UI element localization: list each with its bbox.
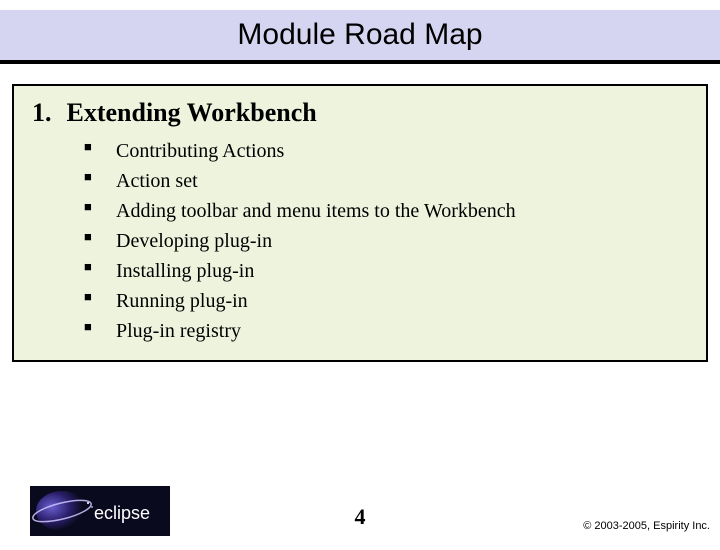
- bullet-list: Contributing Actions Action set Adding t…: [32, 136, 688, 346]
- list-item: Developing plug-in: [84, 226, 688, 256]
- section-number: 1.: [32, 98, 60, 128]
- slide-title: Module Road Map: [237, 18, 482, 52]
- section-title: Extending Workbench: [67, 98, 317, 127]
- content-box: 1. Extending Workbench Contributing Acti…: [12, 84, 708, 362]
- list-item: Plug-in registry: [84, 316, 688, 346]
- section-heading: 1. Extending Workbench: [32, 98, 688, 128]
- footer: eclipse 4 © 2003-2005, Espirity Inc.: [0, 480, 720, 536]
- copyright-text: © 2003-2005, Espirity Inc.: [583, 520, 710, 532]
- slide: Module Road Map 1. Extending Workbench C…: [0, 10, 720, 550]
- list-item: Adding toolbar and menu items to the Wor…: [84, 196, 688, 226]
- list-item: Contributing Actions: [84, 136, 688, 166]
- list-item: Installing plug-in: [84, 256, 688, 286]
- list-item: Running plug-in: [84, 286, 688, 316]
- title-band: Module Road Map: [0, 10, 720, 64]
- list-item: Action set: [84, 166, 688, 196]
